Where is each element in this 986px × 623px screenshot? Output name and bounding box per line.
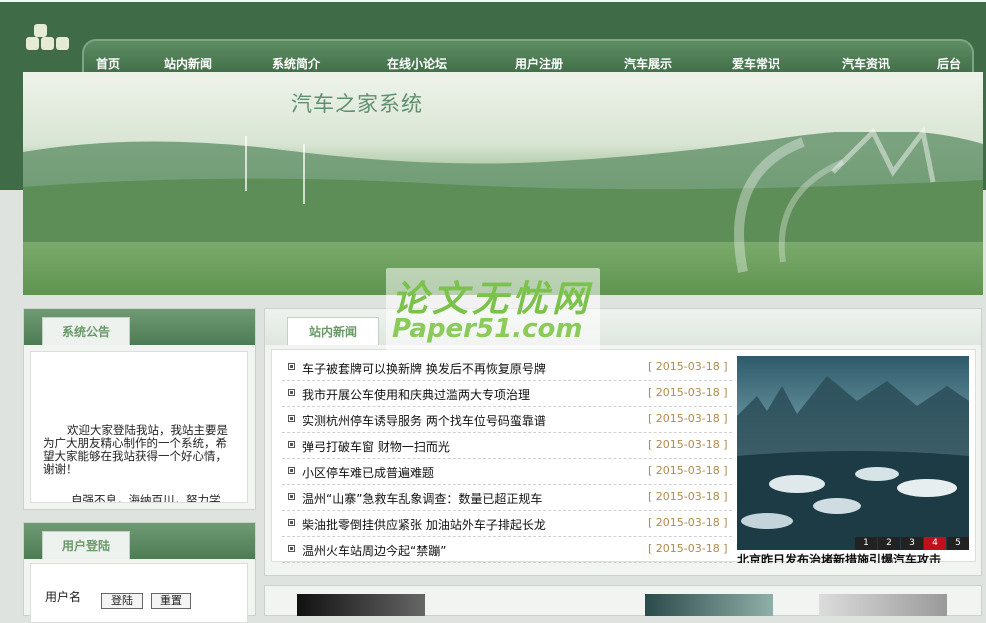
news-item[interactable]: 温州“山寨”急救车乱象调查：数量已超正规车[ 2015-03-18 ] [282,485,732,511]
news-item[interactable]: 我市开展公车使用和庆典过滥两大专项治理[ 2015-03-18 ] [282,381,732,407]
nav-item-home[interactable]: 首页 [96,55,120,72]
nav-item-car-tips[interactable]: 爱车常识 [732,55,780,72]
nav-item-register[interactable]: 用户注册 [515,55,563,72]
logo-icon [26,24,70,54]
banner-title: 汽车之家系统 [291,92,423,116]
pager-page-3[interactable]: 3 [901,537,923,550]
news-slideshow-photo[interactable] [737,356,969,550]
nav-item-forum[interactable]: 在线小论坛 [387,55,447,72]
reset-button[interactable]: 重置 [151,593,191,609]
nav-item-car-show[interactable]: 汽车展示 [624,55,672,72]
pager-page-5[interactable]: 5 [947,537,969,550]
watermark: 论文无忧网 Paper51.com [386,268,600,352]
pager-page-2[interactable]: 2 [878,537,900,550]
notice-content: 欢迎大家登陆我站，我站主要是为广大朋友精心制作的一个系统，希望大家能够在我站获得… [30,351,248,503]
notice-text: 欢迎大家登陆我站，我站主要是为广大朋友精心制作的一个系统，希望大家能够在我站获得… [43,423,228,476]
news-item[interactable]: 小区停车难已成普遍难题[ 2015-03-18 ] [282,459,732,485]
pager-page-1[interactable]: 1 [855,537,877,550]
username-label: 用户名 [45,590,82,604]
news-item[interactable]: 车子被套牌可以换新牌 换发后不再恢复原号牌[ 2015-03-18 ] [282,355,732,381]
notice-title: 系统公告 [42,317,130,345]
lake-scene-image [737,376,969,550]
nav-item-admin[interactable]: 后台 [937,55,961,72]
header-top-line [0,0,986,2]
pager-page-4[interactable]: 4 [924,537,946,550]
notice-panel: 系统公告 欢迎大家登陆我站，我站主要是为广大朋友精心制作的一个系统，希望大家能够… [23,308,256,510]
slideshow-pager: 1 2 3 4 5 [854,537,969,551]
photo-caption[interactable]: 北京昨日发布治堵新措施引爆汽车攻击 [737,551,969,563]
news-item[interactable]: 实测杭州停车诱导服务 两个找车位号码蛮靠谱[ 2015-03-18 ] [282,407,732,433]
watermark-line2: Paper51.com [392,314,583,344]
news-title: 站内新闻 [287,317,379,345]
nav-item-car-news[interactable]: 汽车资讯 [842,55,890,72]
news-item[interactable]: 温州火车站周边今起“禁蹦”[ 2015-03-18 ] [282,537,732,563]
notice-more-text: 自强不息，海纳百川，努力学 [71,493,221,503]
login-title: 用户登陆 [42,531,130,559]
login-button[interactable]: 登陆 [101,593,143,609]
gallery-thumb[interactable] [297,594,425,616]
gallery-thumb[interactable] [645,594,773,616]
news-item[interactable]: 弹弓打破车窗 财物一扫而光[ 2015-03-18 ] [282,433,732,459]
swirl-graphic [734,126,936,273]
nav-item-about[interactable]: 系统简介 [272,55,320,72]
gallery-thumb[interactable] [819,594,947,616]
news-item[interactable]: 柴油批零倒挂供应紧张 加油站外车子排起长龙[ 2015-03-18 ] [282,511,732,537]
gallery-panel [264,585,982,616]
banner-image: 汽车之家系统 [23,72,983,295]
nav-item-site-news[interactable]: 站内新闻 [164,55,212,72]
